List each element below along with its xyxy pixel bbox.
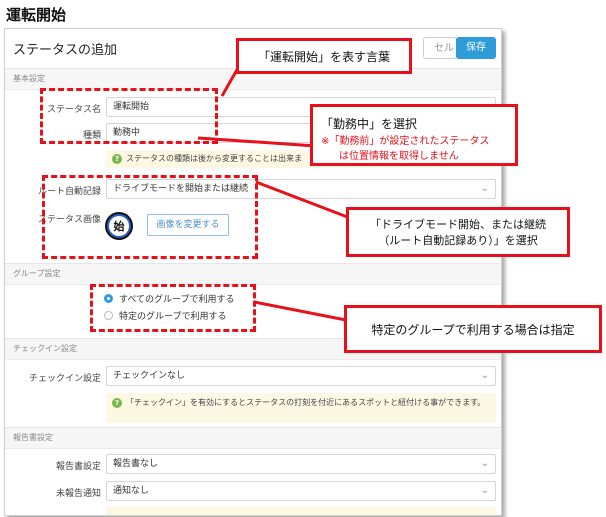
callout-route-line1: 「ドライブモード開始、または継続 (370, 218, 546, 231)
callout-group: 特定のグループで利用する場合は指定 (344, 305, 602, 353)
arrow-line-3 (255, 180, 351, 220)
callout-route: 「ドライブモード開始、または継続 （ルート自動記録あり）」を選択 (346, 207, 570, 257)
callout-kind-sub2: は位置情報を取得しません (339, 151, 459, 162)
highlight-route-image (42, 175, 258, 259)
callout-kind: 「勤務中」を選択 ※「勤務前」が設定されたステータス は位置情報を取得しません (310, 104, 518, 166)
callout-name-text: 「運転開始」を表す言葉 (257, 49, 390, 64)
callout-group-text: 特定のグループで利用する場合は指定 (371, 322, 575, 337)
callout-name: 「運転開始」を表す言葉 (236, 38, 412, 74)
callout-kind-main: 「勤務中」を選択 (321, 117, 418, 131)
arrow-line-4 (253, 300, 347, 322)
callout-kind-sub1: ※「勤務前」が設定されたステータス (321, 136, 490, 147)
highlight-group-radios (90, 284, 256, 332)
highlight-name-kind (40, 88, 218, 144)
callout-route-line2: （ルート自動記録あり）」を選択 (378, 234, 538, 247)
